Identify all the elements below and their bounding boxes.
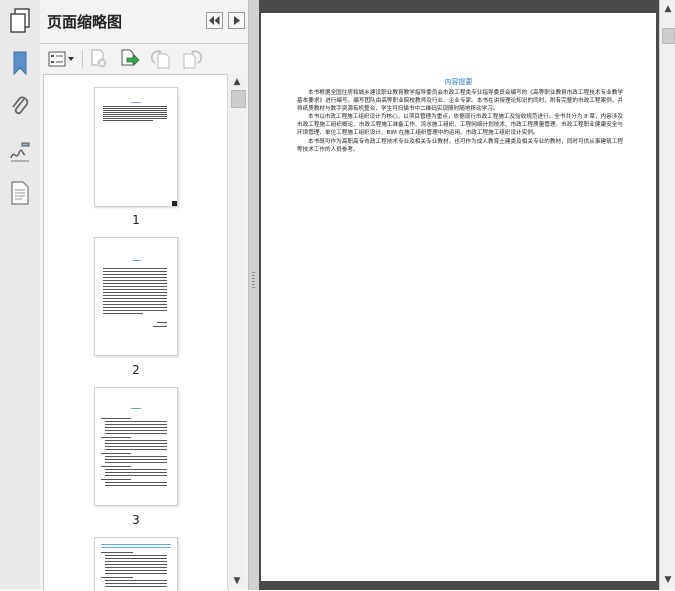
page-thumbnail-4[interactable] — [94, 537, 178, 591]
rotate-clockwise-button[interactable] — [181, 48, 203, 70]
insert-page-button[interactable] — [119, 48, 141, 70]
rotate-clockwise-icon — [182, 49, 202, 69]
thumbnail-resize-handle[interactable] — [172, 201, 177, 206]
panel-splitter[interactable] — [249, 0, 259, 590]
page-number-label: 2 — [132, 363, 140, 377]
double-chevron-left-icon — [209, 16, 220, 25]
toolbar-separator — [82, 50, 83, 68]
panel-header: 页面缩略图 — [40, 0, 248, 42]
rotate-counterclockwise-icon — [151, 49, 171, 69]
delete-page-icon — [89, 49, 109, 69]
scroll-up-icon[interactable]: ▲ — [231, 76, 243, 88]
attachment-icon[interactable] — [5, 92, 35, 122]
thumbnail-toolbar — [40, 43, 248, 74]
pdf-reader-window: 页面缩略图 1 2 3 ▲ ▼ 内容提要 本书根据全国住房和城乡建设职业教育教学… — [0, 0, 675, 591]
thumbnail-options-icon — [47, 50, 75, 68]
page-thumbnail-2[interactable] — [94, 237, 178, 356]
page-number-label: 1 — [132, 213, 140, 227]
thumbnail-list[interactable]: 1 2 3 — [43, 74, 229, 591]
rotate-counterclockwise-button[interactable] — [150, 48, 172, 70]
delete-page-button[interactable] — [88, 48, 110, 70]
insert-page-icon — [119, 49, 141, 69]
page-body: 本书根据全国住房和城乡建设职业教育教学指导委员会市政工程类专业指导委员会编写的《… — [297, 89, 623, 154]
paragraph: 本书既可作为高职高专市政工程技术专业及相关专业教材，也可作为成人教育土建类及相关… — [297, 138, 623, 153]
thumbnail-scrollbar[interactable]: ▲ ▼ — [227, 74, 246, 590]
pages-icon[interactable] — [5, 6, 35, 36]
page-thumbnail-3[interactable] — [94, 387, 178, 506]
collapse-panel-button[interactable] — [206, 12, 223, 29]
scroll-down-icon[interactable]: ▼ — [662, 574, 674, 586]
page-heading: 内容提要 — [444, 78, 473, 86]
panel-title: 页面缩略图 — [47, 13, 123, 31]
scroll-up-icon[interactable]: ▲ — [662, 3, 674, 15]
scrollbar-thumb[interactable] — [231, 90, 246, 108]
chevron-right-icon — [233, 16, 240, 25]
document-properties-icon[interactable] — [5, 178, 35, 208]
page-thumbnail-1[interactable] — [94, 87, 178, 207]
signature-icon[interactable] — [5, 136, 35, 166]
navigation-rail — [0, 0, 41, 590]
document-view[interactable]: 内容提要 本书根据全国住房和城乡建设职业教育教学指导委员会市政工程类专业指导委员… — [259, 0, 659, 590]
next-panel-button[interactable] — [228, 12, 245, 29]
page-number-label: 3 — [132, 513, 140, 527]
bookmark-icon[interactable] — [5, 48, 35, 78]
page-thumbnails-panel: 页面缩略图 1 2 3 ▲ ▼ — [40, 0, 249, 591]
scroll-down-icon[interactable]: ▼ — [231, 575, 243, 587]
paragraph: 本书以市政工程施工组织设计为核心，以项目管理为重点，依据现行市政工程施工及验收规… — [297, 114, 623, 137]
document-scrollbar[interactable]: ▲ ▼ — [659, 0, 675, 590]
scrollbar-thumb[interactable] — [662, 28, 675, 44]
paragraph: 本书根据全国住房和城乡建设职业教育教学指导委员会市政工程类专业指导委员会编写的《… — [297, 90, 623, 113]
document-page: 内容提要 本书根据全国住房和城乡建设职业教育教学指导委员会市政工程类专业指导委员… — [261, 13, 656, 581]
thumbnail-options-button[interactable] — [46, 48, 76, 70]
